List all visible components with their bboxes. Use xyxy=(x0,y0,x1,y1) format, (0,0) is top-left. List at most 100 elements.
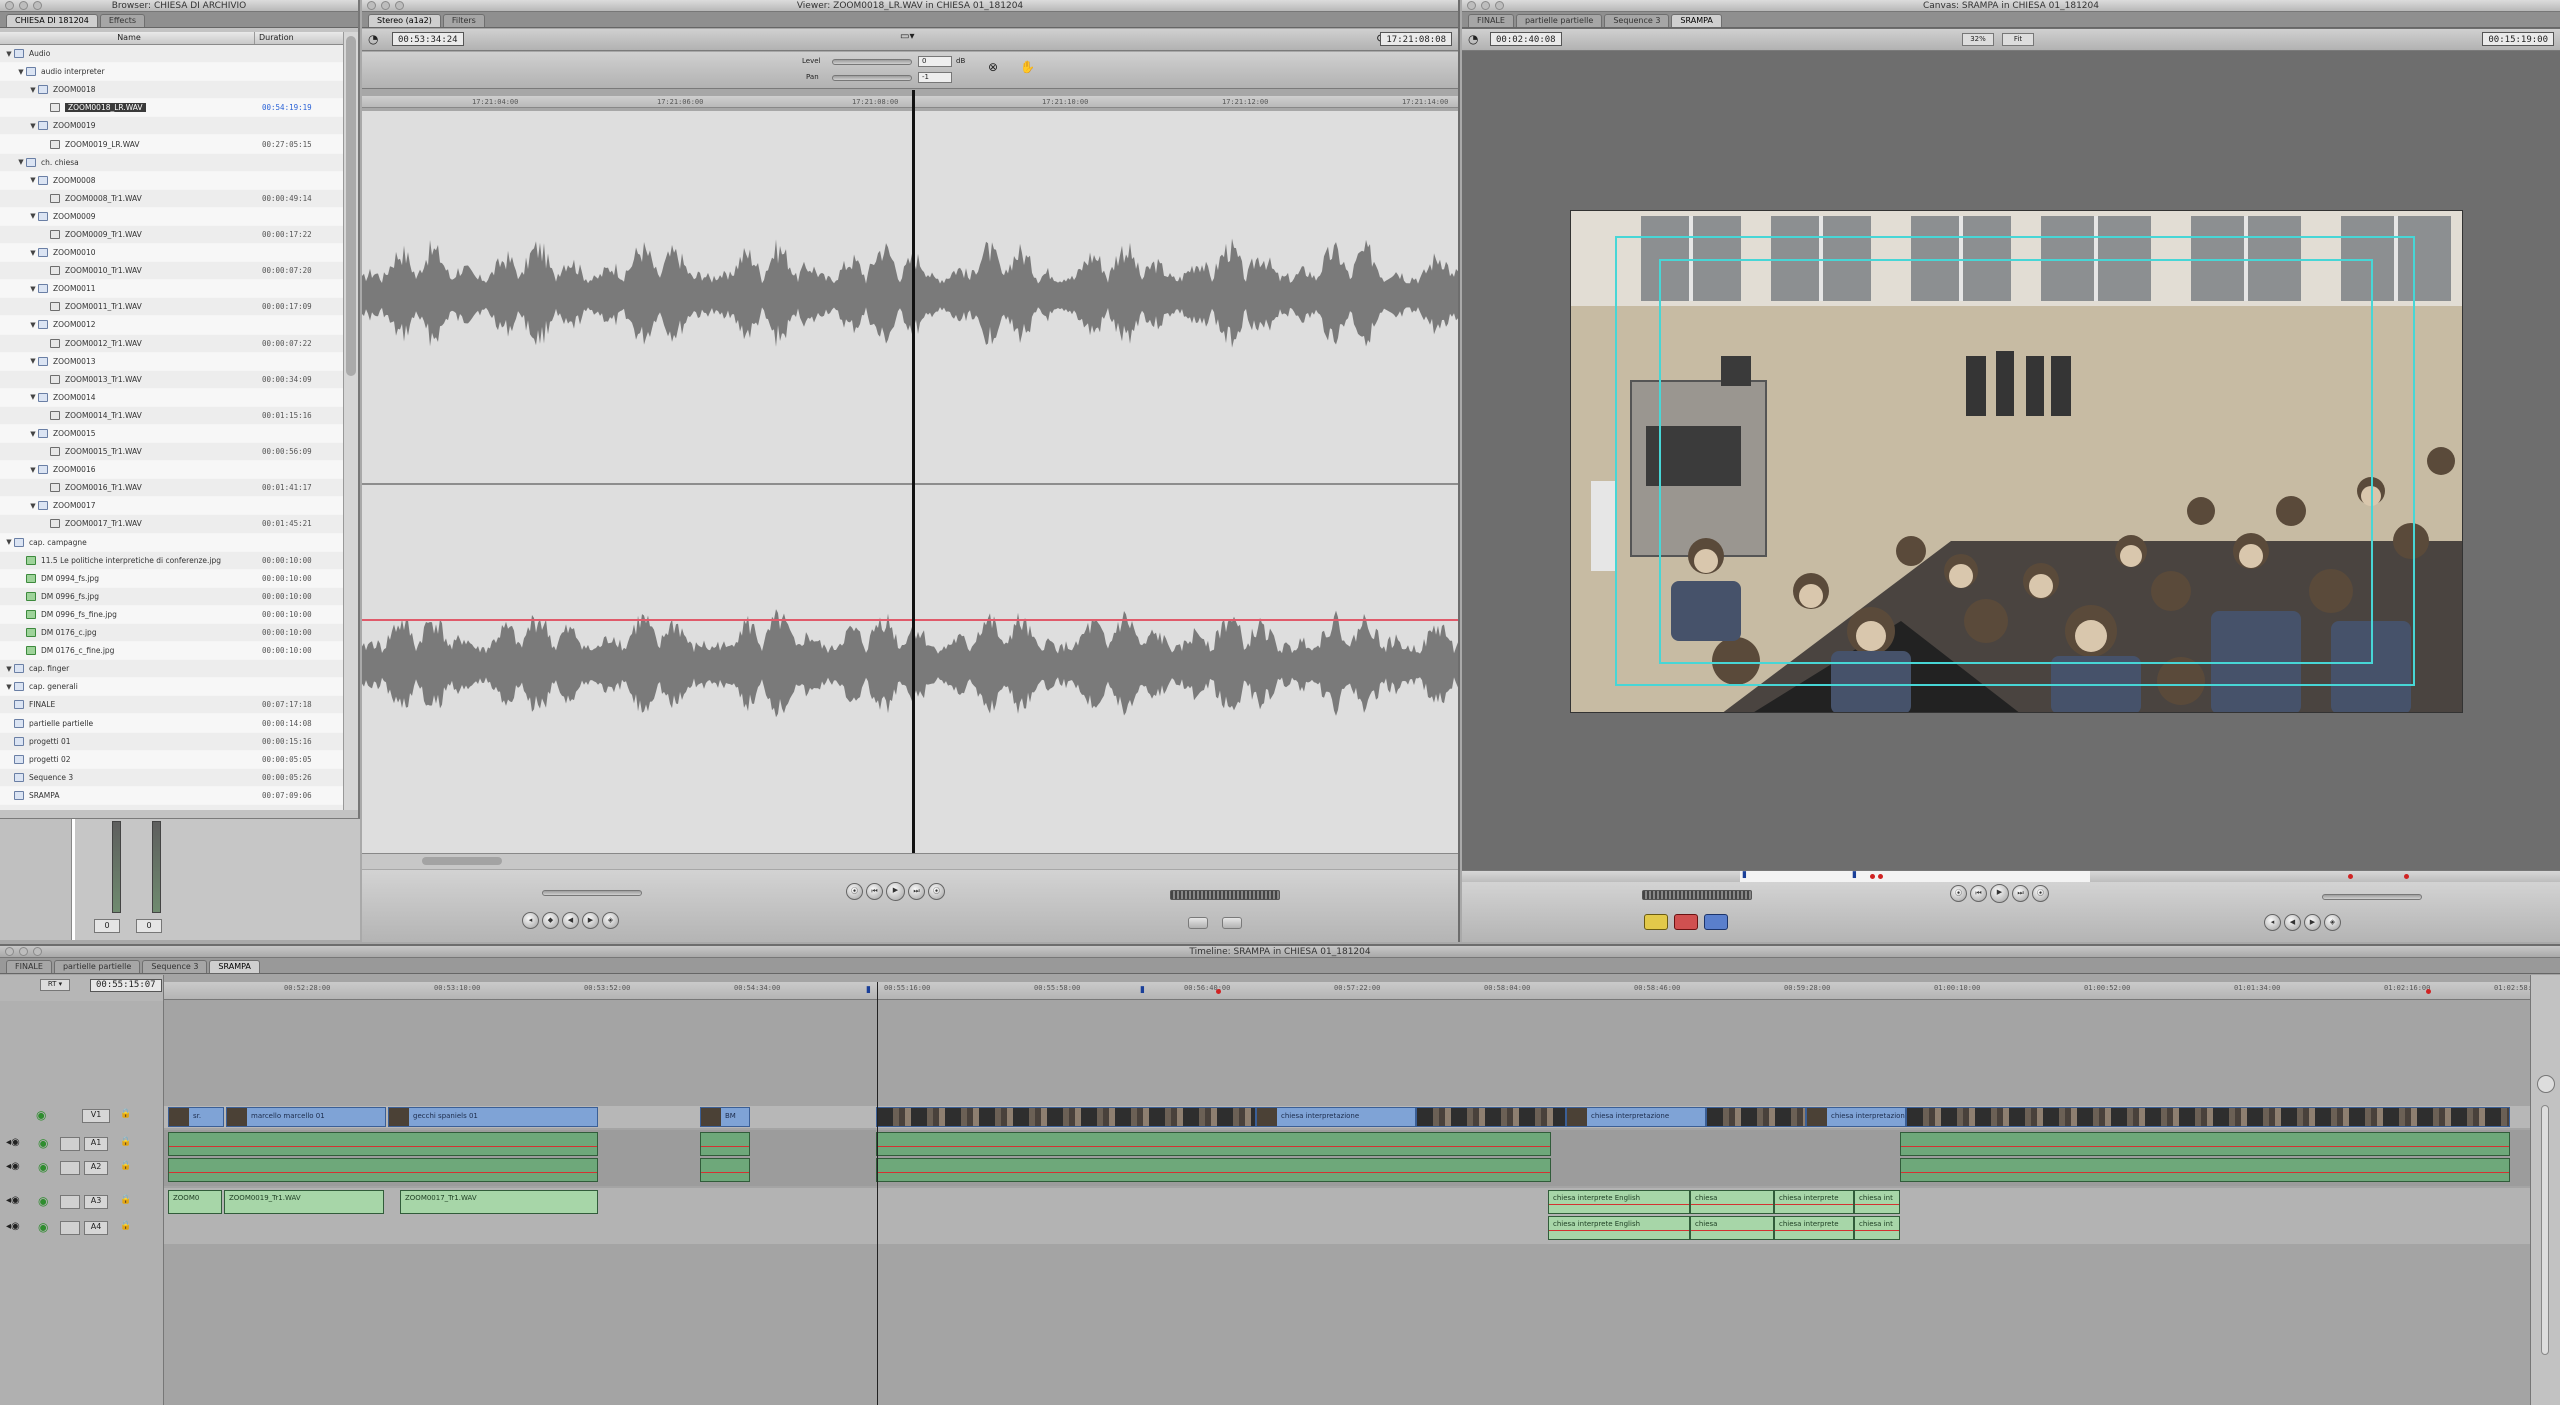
tab-srampa[interactable]: SRAMPA xyxy=(1671,14,1722,27)
window-controls[interactable] xyxy=(367,1,404,10)
level-overlay-line[interactable] xyxy=(362,619,1458,621)
video-clip[interactable]: chiesa interpretazione xyxy=(1256,1107,1416,1127)
zoom-scroll-thumb[interactable] xyxy=(422,857,502,865)
marker[interactable] xyxy=(2426,989,2431,994)
browser-item[interactable]: DM 0176_c.jpg 00:00:10:00 xyxy=(0,624,345,643)
play-in-out-button[interactable]: ⦿ xyxy=(846,883,863,900)
replace-edit-button[interactable] xyxy=(1704,914,1728,930)
disclosure-triangle-icon[interactable]: ▼ xyxy=(28,466,38,474)
audio-clip[interactable]: ZOOM0017_Tr1.WAV xyxy=(400,1190,598,1214)
browser-item[interactable]: ▼ ZOOM0017 xyxy=(0,497,345,516)
timeline-current-timecode[interactable]: 00:55:15:07 xyxy=(90,979,162,992)
audio-level-line[interactable] xyxy=(701,1172,749,1174)
mark-in-button[interactable]: ◀ xyxy=(2284,914,2301,931)
audio-level-line[interactable] xyxy=(877,1146,1550,1148)
play-around-button[interactable]: ⦿ xyxy=(2032,885,2049,902)
audio-controls-icon[interactable]: ◂◉ xyxy=(6,1195,20,1206)
disclosure-triangle-icon[interactable]: ▼ xyxy=(4,683,14,691)
browser-item[interactable]: ▼ ZOOM0013 xyxy=(0,352,345,371)
browser-item[interactable]: ZOOM0013_Tr1.WAV 00:00:34:09 xyxy=(0,371,345,389)
track-label-a3[interactable]: A3 xyxy=(84,1195,108,1209)
disclosure-triangle-icon[interactable]: ▼ xyxy=(28,176,38,184)
audio-level-line[interactable] xyxy=(1775,1204,1853,1206)
audio-clip[interactable] xyxy=(700,1158,750,1182)
zoom-tool-icon[interactable] xyxy=(2537,1075,2555,1093)
video-clip[interactable] xyxy=(1906,1107,2510,1127)
track-label-v1[interactable]: V1 xyxy=(82,1109,110,1123)
video-clip[interactable]: BM xyxy=(700,1107,750,1127)
viewer-zoom-scrollbar[interactable] xyxy=(362,853,1458,869)
browser-item[interactable]: Sequence 3 00:00:05:26 xyxy=(0,769,345,787)
browser-item[interactable]: DM 0994_fs.jpg 00:00:10:00 xyxy=(0,569,345,588)
browser-item[interactable]: partielle partielle 00:00:14:08 xyxy=(0,714,345,733)
overwrite-edit-button[interactable] xyxy=(1674,914,1698,930)
viewer-generator-icon[interactable] xyxy=(1222,917,1242,929)
browser-item[interactable]: ▼ ZOOM0019 xyxy=(0,117,345,136)
play-in-out-button[interactable]: ⦿ xyxy=(1950,885,1967,902)
browser-item[interactable]: ▼ ZOOM0008 xyxy=(0,171,345,190)
shuttle-control[interactable] xyxy=(542,890,642,896)
browser-item[interactable]: ZOOM0012_Tr1.WAV 00:00:07:22 xyxy=(0,335,345,353)
mark-clip-button[interactable]: ◆ xyxy=(542,912,559,929)
window-controls[interactable] xyxy=(1467,1,1504,10)
browser-item[interactable]: ▼ ZOOM0014 xyxy=(0,388,345,407)
canvas-current-timecode[interactable]: 00:15:19:00 xyxy=(2482,32,2554,46)
browser-item[interactable]: ▼ ZOOM0012 xyxy=(0,316,345,335)
source-patch[interactable] xyxy=(60,1161,80,1175)
play-button[interactable]: ▶ xyxy=(886,882,905,901)
column-name[interactable]: Name xyxy=(0,32,255,44)
level-value-field[interactable]: 0 xyxy=(918,56,952,67)
go-to-previous-edit-button[interactable]: ⏮ xyxy=(866,883,883,900)
browser-item[interactable]: ZOOM0008_Tr1.WAV 00:00:49:14 xyxy=(0,190,345,208)
audio-clip[interactable]: ZOOM0 xyxy=(168,1190,222,1214)
track-visibility-icon[interactable]: ◉ xyxy=(36,1108,46,1122)
video-clip[interactable]: marcello marcello 01 xyxy=(226,1107,386,1127)
browser-item[interactable]: ▼ ch. chiesa xyxy=(0,154,345,172)
drag-hand-icon[interactable]: ✋ xyxy=(1020,60,1035,74)
tab-stereo[interactable]: Stereo (a1a2) xyxy=(368,14,441,27)
audio-clip[interactable] xyxy=(700,1132,750,1156)
marker[interactable] xyxy=(2404,874,2409,879)
browser-item[interactable]: ZOOM0010_Tr1.WAV 00:00:07:20 xyxy=(0,262,345,281)
browser-item[interactable]: ZOOM0019_LR.WAV 00:27:05:15 xyxy=(0,135,345,154)
audio-controls-icon[interactable]: ◂◉ xyxy=(6,1161,20,1172)
viewer-ruler[interactable]: 17:21:04:00 17:21:06:00 17:21:08:00 17:2… xyxy=(362,96,1458,108)
audio-clip[interactable]: chiesa interprete xyxy=(1774,1190,1854,1214)
browser-item[interactable]: ▼ ZOOM0009 xyxy=(0,207,345,226)
disclosure-triangle-icon[interactable]: ▼ xyxy=(28,502,38,510)
audio-level-line[interactable] xyxy=(169,1146,597,1148)
go-to-next-edit-button[interactable]: ⏭ xyxy=(908,883,925,900)
source-patch[interactable] xyxy=(60,1221,80,1235)
disclosure-triangle-icon[interactable]: ▼ xyxy=(28,321,38,329)
mark-in-button[interactable]: ◀ xyxy=(562,912,579,929)
canvas-duration-timecode[interactable]: 00:02:40:08 xyxy=(1490,32,1562,46)
browser-item[interactable]: progetti 02 00:00:05:05 xyxy=(0,750,345,769)
audio-clip[interactable]: chiesa int xyxy=(1854,1190,1900,1214)
lock-icon[interactable]: 🔒 xyxy=(120,1109,131,1119)
audio-clip[interactable]: chiesa interprete English xyxy=(1548,1190,1690,1214)
audio-level-line[interactable] xyxy=(1901,1172,2509,1174)
add-marker-button[interactable]: ◈ xyxy=(2324,914,2341,931)
audio-clip[interactable]: chiesa interprete xyxy=(1774,1216,1854,1240)
in-point-marker[interactable]: ▮ xyxy=(1742,870,1747,880)
marker[interactable] xyxy=(1216,989,1221,994)
browser-item[interactable]: ▼ cap. finger xyxy=(0,660,345,679)
browser-item[interactable]: ▼ ZOOM0018 xyxy=(0,81,345,100)
play-button[interactable]: ▶ xyxy=(1990,884,2009,903)
audio-waveform-area[interactable] xyxy=(362,111,1458,854)
tab-project[interactable]: CHIESA DI 181204 xyxy=(6,14,98,27)
lock-icon[interactable]: 🔒 xyxy=(120,1221,131,1231)
tab-effects[interactable]: Effects xyxy=(99,14,146,27)
browser-item[interactable]: ▼ ZOOM0010 xyxy=(0,244,345,263)
track-visibility-icon[interactable]: ◉ xyxy=(38,1160,48,1174)
browser-item[interactable]: 11.5 Le politiche interpretiche di confe… xyxy=(0,552,345,570)
level-slider[interactable] xyxy=(832,59,912,65)
canvas-video-frame[interactable] xyxy=(1570,210,2463,713)
browser-item[interactable]: ZOOM0017_Tr1.WAV 00:01:45:21 xyxy=(0,515,345,534)
tab-sequence-3[interactable]: Sequence 3 xyxy=(142,960,208,973)
window-controls[interactable] xyxy=(5,947,42,956)
viewer-current-timecode[interactable]: 17:21:08:08 xyxy=(1380,32,1452,46)
marker[interactable] xyxy=(2348,874,2353,879)
viewer-dropdown-icon[interactable]: ▭▾ xyxy=(900,31,914,42)
browser-item[interactable]: ▼ ZOOM0015 xyxy=(0,424,345,444)
